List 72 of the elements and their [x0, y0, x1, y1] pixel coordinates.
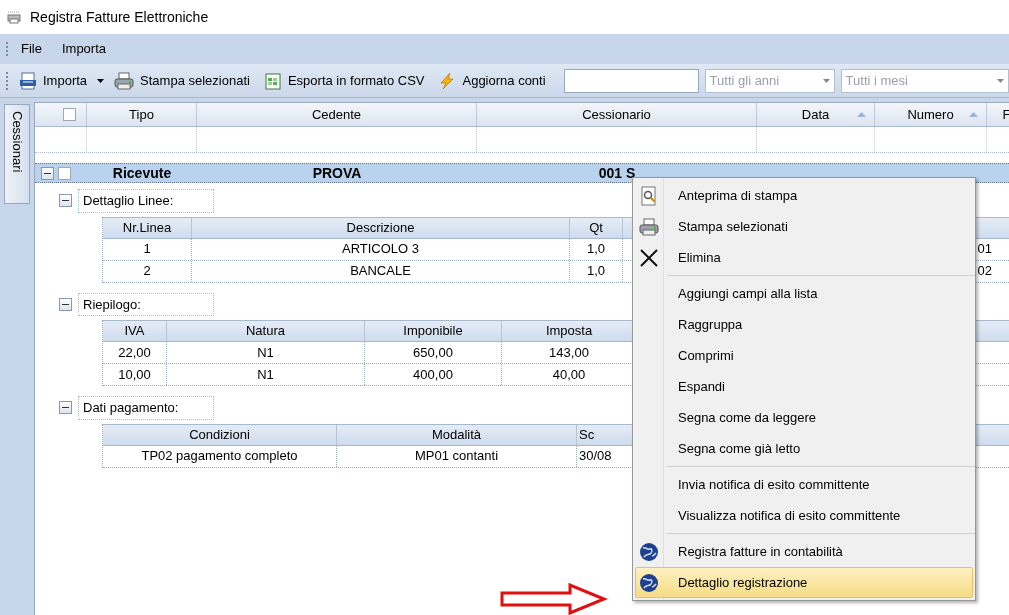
collapse-icon[interactable] — [41, 166, 54, 180]
table-cell: TP02 pagamento completo — [103, 445, 337, 467]
menu-item[interactable]: Invia notifica di esito committente — [635, 469, 973, 500]
menu-item[interactable]: Aggiungi campi alla lista — [635, 278, 973, 309]
column-header[interactable]: Natura — [167, 321, 365, 341]
toolbar-button[interactable]: Aggiorna conti — [434, 68, 550, 93]
sort-icon — [969, 112, 978, 117]
table-cell: 1,0 — [570, 238, 623, 260]
table-cell: N1 — [167, 364, 365, 385]
globe-icon — [639, 572, 659, 593]
menu-item[interactable]: Dettaglio registrazione — [635, 567, 973, 598]
delete-icon — [639, 247, 659, 268]
table-cell: 400,00 — [365, 364, 502, 385]
column-header[interactable]: Numero — [875, 103, 987, 126]
table-cell: BANCALE — [192, 260, 570, 282]
section-title: Dettaglio Linee: — [78, 189, 214, 213]
table-cell: 1,0 — [570, 260, 623, 282]
menu-item[interactable]: Raggruppa — [635, 309, 973, 340]
column-header[interactable]: Qt — [570, 217, 623, 238]
menu-item[interactable]: Espandi — [635, 371, 973, 402]
window-title: Registra Fatture Elettroniche — [30, 7, 209, 27]
table-cell: 2 — [103, 260, 192, 282]
column-header[interactable]: Condizioni — [103, 424, 337, 445]
toolbar-button[interactable]: Importa — [15, 68, 92, 93]
table-cell: ARTICOLO 3 — [192, 238, 570, 260]
column-header[interactable]: Modalità — [337, 424, 577, 445]
text-field[interactable] — [563, 68, 699, 93]
spreadsheet-icon — [263, 71, 282, 90]
print-preview-icon — [639, 185, 659, 206]
table-cell: MP01 contanti — [337, 445, 577, 467]
table-cell: 10,00 — [103, 364, 167, 385]
menu-item[interactable]: Stampa selezionati — [635, 211, 973, 242]
table-cell: 1 — [103, 238, 192, 260]
toolbar-button[interactable]: Esporta in formato CSV — [259, 68, 429, 93]
document-icon — [19, 71, 37, 90]
dropdown-arrow-icon[interactable] — [97, 78, 105, 83]
section-title: Dati pagamento: — [78, 396, 214, 420]
column-header[interactable]: Cedente — [197, 103, 477, 126]
column-header[interactable]: Descrizione — [192, 217, 570, 238]
column-header[interactable]: Data — [757, 103, 875, 126]
checkbox[interactable] — [63, 108, 76, 121]
menu-item[interactable]: Segna come da leggere — [635, 402, 973, 433]
table-cell-text: 001 S — [598, 163, 636, 183]
menu-item[interactable]: Elimina — [635, 242, 973, 273]
menu-item[interactable]: Visualizza notifica di esito committente — [635, 500, 973, 531]
checkbox[interactable] — [58, 166, 71, 180]
table-cell: N1 — [167, 342, 365, 363]
column-header[interactable]: IVA — [103, 321, 167, 341]
table-cell-text: Ricevute — [112, 163, 172, 183]
printer-icon — [639, 217, 659, 236]
menu-item[interactable]: Comprimi — [635, 340, 973, 371]
collapse-icon[interactable] — [59, 401, 72, 415]
collapse-icon[interactable] — [59, 297, 72, 311]
side-tab[interactable]: Cessionari — [4, 104, 30, 204]
table-cell: 650,00 — [365, 342, 502, 363]
toolbar-button[interactable]: Stampa selezionati — [110, 68, 254, 93]
app-icon — [6, 10, 22, 24]
column-header[interactable]: Cessionario — [477, 103, 757, 126]
menu-item[interactable]: Anteprima di stampa — [635, 180, 973, 211]
sort-icon — [857, 112, 866, 117]
collapse-icon[interactable] — [59, 194, 72, 208]
table-cell: 22,00 — [103, 342, 167, 363]
menu-item[interactable]: File — [13, 37, 50, 61]
section-title: Riepilogo: — [78, 292, 214, 316]
globe-icon — [639, 541, 659, 562]
printer-icon — [114, 71, 135, 90]
column-header[interactable]: Tipo — [87, 103, 197, 126]
table-cell-text: PROVA — [312, 163, 362, 183]
menu-item[interactable]: Registra fatture in contabilità — [635, 536, 973, 567]
menu-item[interactable]: Importa — [53, 37, 115, 61]
column-header[interactable]: Nr.Linea — [103, 217, 192, 238]
column-header[interactable]: Imponibile — [365, 321, 502, 341]
